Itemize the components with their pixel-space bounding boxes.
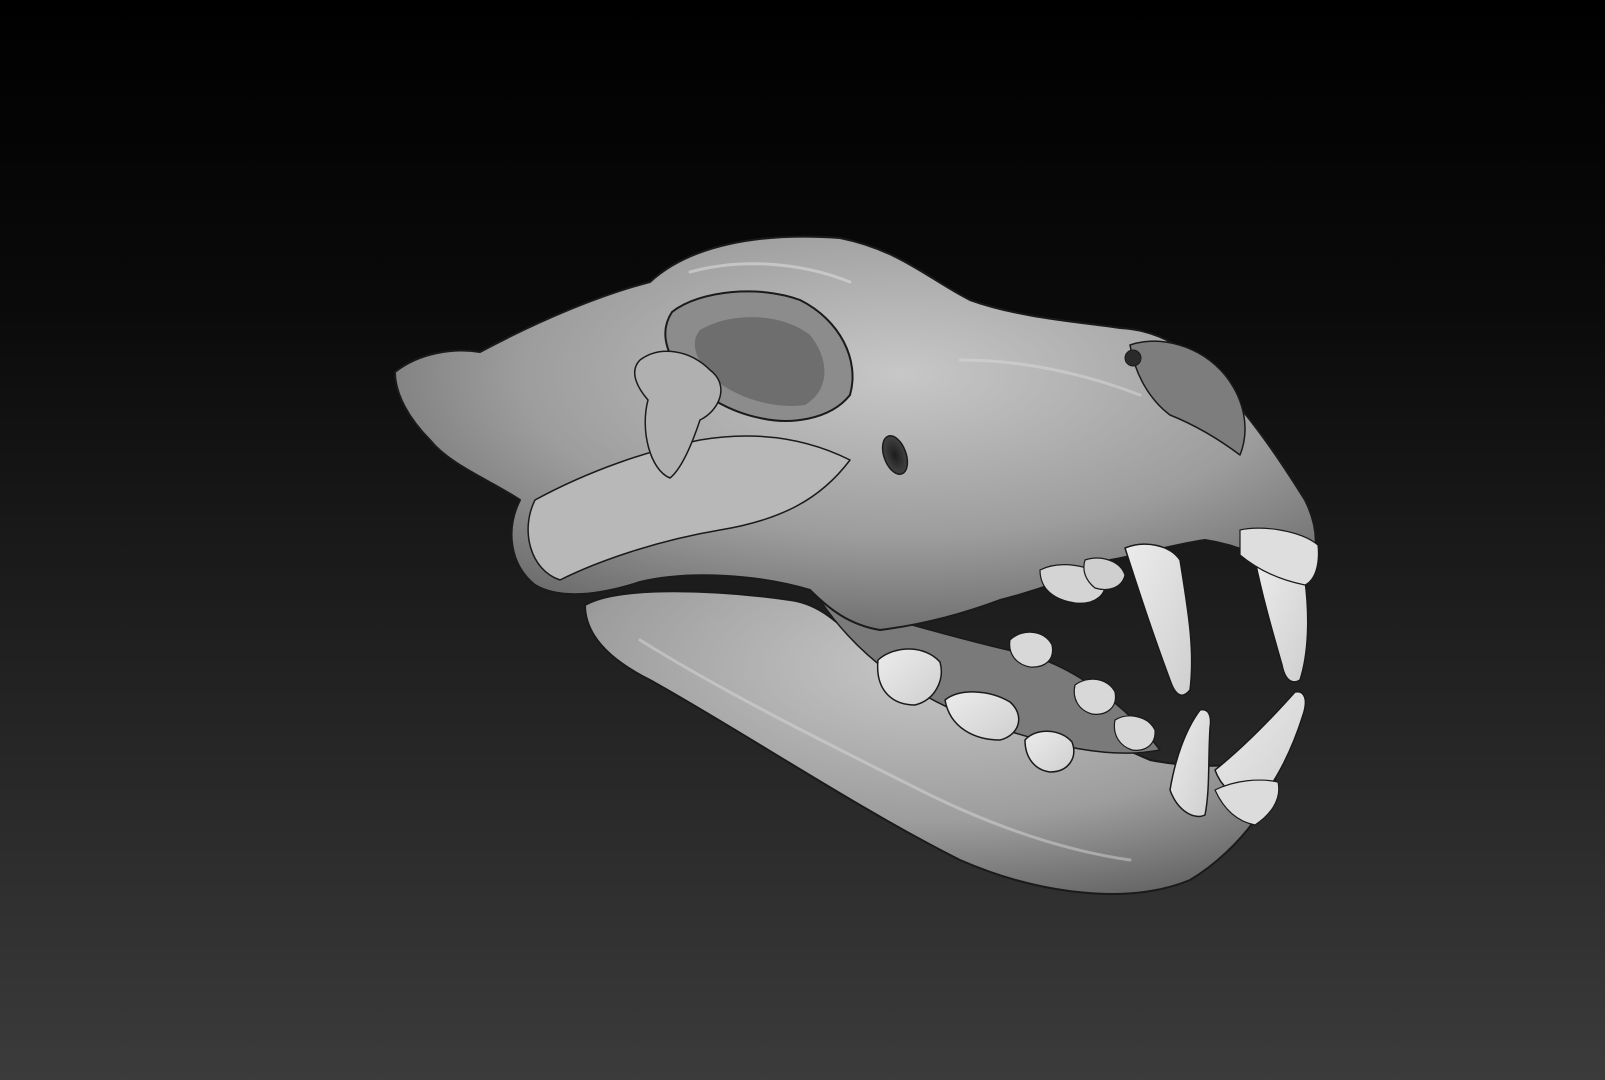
nasal-hole (1124, 349, 1142, 367)
viewport-canvas[interactable] (0, 0, 1605, 1080)
3d-viewport[interactable] (0, 0, 1605, 1080)
